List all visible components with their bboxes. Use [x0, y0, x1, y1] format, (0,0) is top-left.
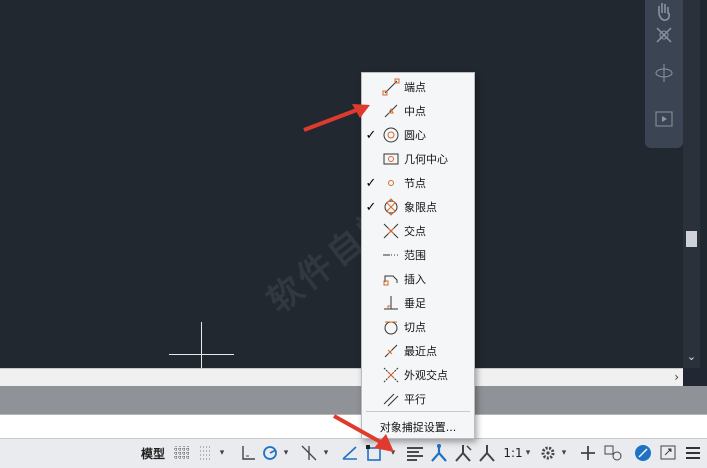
annotation-arrow-object-snap: [333, 414, 394, 452]
orbit-icon[interactable]: [653, 62, 675, 84]
scroll-down-icon[interactable]: ⌄: [685, 350, 698, 364]
isolate-objects-icon[interactable]: [602, 442, 624, 464]
annotation-visibility-icon[interactable]: [428, 442, 450, 464]
node-icon: [388, 180, 394, 186]
tangent-icon: [384, 321, 398, 335]
showmotion-icon[interactable]: [653, 108, 675, 130]
geometric-center-icon: [383, 153, 399, 165]
extension-icon: [383, 254, 399, 256]
workspace-gear-icon[interactable]: [538, 442, 558, 464]
menu-item-tangent[interactable]: 切点: [362, 315, 474, 339]
pan-hand-icon[interactable]: [653, 0, 675, 22]
intersection-icon: [383, 223, 399, 239]
drawing-canvas[interactable]: [0, 0, 707, 368]
menu-item-node[interactable]: ✓ 节点: [362, 171, 474, 195]
menu-item-geometric-center[interactable]: 几何中心: [362, 147, 474, 171]
parallel-icon: [383, 393, 399, 407]
menu-item-parallel[interactable]: 平行: [362, 387, 474, 411]
menu-item-insertion[interactable]: 插入: [362, 267, 474, 291]
isometric-icon[interactable]: [298, 442, 320, 464]
insertion-icon: [383, 275, 398, 286]
polar-tracking-icon[interactable]: [260, 442, 280, 464]
menu-item-perpendicular[interactable]: 垂足: [362, 291, 474, 315]
midpoint-icon: [384, 104, 398, 118]
annotation-monitor-icon[interactable]: [578, 442, 598, 464]
center-icon: [383, 127, 399, 143]
menu-item-nearest[interactable]: 最近点: [362, 339, 474, 363]
auto-scale-icon[interactable]: [452, 442, 474, 464]
snap-mode-icon[interactable]: [196, 442, 216, 464]
navigation-bar: [645, 0, 683, 148]
menu-item-intersection[interactable]: 交点: [362, 219, 474, 243]
model-space-button[interactable]: 模型: [138, 442, 168, 464]
object-snap-menu: 端点 中点 ✓ 圆心 几何中心 ✓ 节点 ✓ 象限点 交点 范围 插入 垂足 切…: [361, 72, 475, 439]
polar-dropdown-icon[interactable]: ▾: [282, 442, 290, 464]
endpoint-icon: [382, 78, 400, 96]
checkmark-icon: ✓: [365, 199, 377, 215]
isometric-dropdown-icon[interactable]: ▾: [322, 442, 330, 464]
hardware-acceleration-icon[interactable]: [632, 442, 654, 464]
lineweight-icon[interactable]: [404, 442, 426, 464]
perpendicular-icon: [384, 296, 398, 310]
vertical-scrollbar[interactable]: ⌄: [683, 0, 700, 368]
clean-screen-icon[interactable]: [658, 442, 678, 464]
workspace-dropdown-icon[interactable]: ▾: [560, 442, 568, 464]
customization-menu-icon[interactable]: [682, 442, 704, 464]
menu-item-quadrant[interactable]: ✓ 象限点: [362, 195, 474, 219]
menu-item-extension[interactable]: 范围: [362, 243, 474, 267]
scale-button[interactable]: 1:1: [502, 442, 524, 464]
zoom-extents-icon[interactable]: [653, 24, 675, 46]
grid-icon[interactable]: [172, 442, 192, 464]
apparent-intersection-icon: [383, 367, 399, 383]
horizontal-scrollbar[interactable]: ›: [0, 368, 683, 386]
menu-item-midpoint[interactable]: 中点: [362, 99, 474, 123]
menu-item-center[interactable]: ✓ 圆心: [362, 123, 474, 147]
ortho-icon[interactable]: [238, 442, 258, 464]
snap-dropdown-icon[interactable]: ▾: [218, 442, 226, 464]
menu-item-endpoint[interactable]: 端点: [362, 75, 474, 99]
quadrant-icon: [384, 198, 398, 216]
scale-dropdown-icon[interactable]: ▾: [524, 442, 532, 464]
vertical-scroll-thumb[interactable]: [686, 231, 697, 247]
annotation-arrow-midpoint: [303, 104, 370, 132]
menu-item-apparent-intersection[interactable]: 外观交点: [362, 363, 474, 387]
annotation-scale-icon[interactable]: [476, 442, 498, 464]
checkmark-icon: ✓: [365, 175, 377, 191]
crosshair-cursor-vertical: [201, 322, 202, 368]
nearest-icon: [384, 344, 398, 358]
scroll-right-icon[interactable]: ›: [674, 370, 679, 384]
